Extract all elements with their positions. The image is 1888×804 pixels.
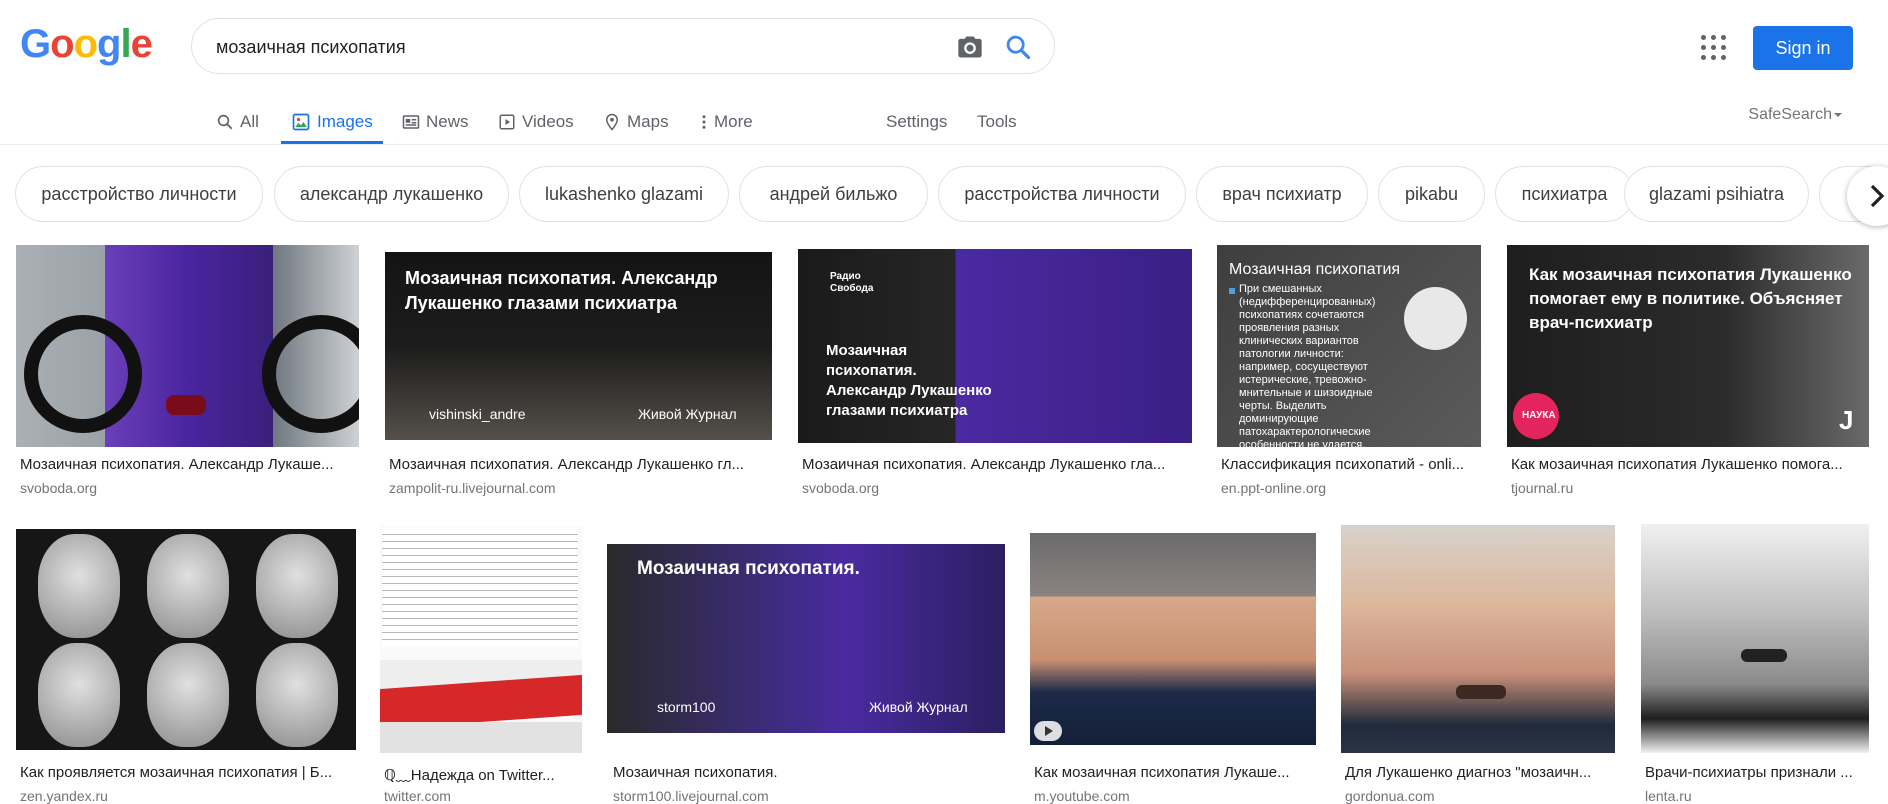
result-source[interactable]: lenta.ru [1645, 788, 1692, 804]
tab-news[interactable]: News [402, 100, 469, 144]
chip[interactable]: glazami psihiatra [1624, 166, 1809, 222]
more-vert-icon [702, 115, 706, 129]
chip[interactable]: психиатра [1495, 166, 1634, 222]
result-source[interactable]: svoboda.org [20, 480, 97, 496]
tab-label: Settings [886, 112, 948, 131]
result-source[interactable]: storm100.livejournal.com [613, 788, 769, 804]
chip[interactable]: lukashenko glazami [519, 166, 729, 222]
result-thumbnail[interactable] [1641, 524, 1869, 753]
result-source[interactable]: gordonua.com [1345, 788, 1435, 804]
tab-label: All [240, 112, 259, 131]
search-icon [217, 114, 233, 130]
safesearch-label: SafeSearch [1748, 106, 1832, 123]
logo-letter: G [20, 22, 51, 66]
thumbnail-caption: Мозаичная психопатия. Александр Лукашенк… [826, 342, 992, 419]
chip[interactable]: андрей бильжо [739, 166, 928, 222]
tab-settings[interactable]: Settings [886, 100, 947, 144]
camera-icon[interactable] [956, 33, 984, 61]
chip[interactable]: pikabu [1378, 166, 1485, 222]
tab-label: Images [317, 112, 373, 131]
chip[interactable]: врач психиатр [1196, 166, 1368, 222]
logo-letter: l [120, 22, 131, 66]
map-pin-icon [605, 113, 619, 131]
google-logo[interactable]: Google [20, 22, 153, 66]
logo-letter: e [130, 22, 153, 66]
result-source[interactable]: m.youtube.com [1034, 788, 1130, 804]
logo-letter: o [73, 22, 98, 66]
result-source[interactable]: svoboda.org [802, 480, 879, 496]
chevron-right-icon [1870, 184, 1885, 208]
thumbnail-caption: Как мозаичная психопатия Лукашенко помог… [1529, 265, 1852, 332]
news-icon [402, 115, 420, 129]
chip[interactable]: расстройства личности [938, 166, 1186, 222]
sign-in-button[interactable]: Sign in [1753, 26, 1853, 70]
result-title[interactable]: Как мозаичная психопатия Лукаше... [1034, 764, 1318, 781]
result-thumbnail[interactable]: Мозаичная психопатия При смешанных (неди… [1217, 245, 1481, 447]
result-title[interactable]: Для Лукашенко диагноз "мозаичн... [1345, 764, 1617, 781]
apps-grid-icon[interactable] [1701, 35, 1727, 61]
result-title[interactable]: Мозаичная психопатия. Александр Лукашенк… [802, 456, 1192, 473]
thumbnail-user: storm100 [657, 699, 716, 715]
chip[interactable]: александр лукашенко [274, 166, 509, 222]
tab-all[interactable]: All [216, 100, 259, 144]
tj-logo: J [1839, 405, 1854, 435]
thumbnail-caption: Мозаичная психопатия. Александр Лукашенк… [405, 268, 718, 313]
tab-videos[interactable]: Videos [498, 100, 574, 144]
thumbnail-user: vishinski_andre [429, 406, 526, 422]
result-thumbnail[interactable] [16, 529, 356, 750]
result-thumbnail[interactable]: Мозаичная психопатия. storm100 Живой Жур… [607, 544, 1005, 733]
search-box[interactable] [191, 18, 1055, 74]
thumbnail-caption: Мозаичная психопатия. [637, 558, 860, 579]
video-icon [499, 114, 515, 130]
tab-label: News [426, 112, 469, 131]
tab-label: Maps [627, 112, 669, 131]
result-title[interactable]: Как мозаичная психопатия Лукашенко помог… [1511, 456, 1871, 473]
search-tabs: All Images News Videos Maps More Setting… [0, 100, 1888, 144]
tab-label: Tools [977, 112, 1017, 131]
result-source[interactable]: zampolit-ru.livejournal.com [389, 480, 556, 496]
thumbnail-badge: Живой Журнал [869, 699, 968, 715]
result-thumbnail[interactable]: Мозаичная психопатия. Александр Лукашенк… [385, 252, 772, 440]
result-title[interactable]: Как проявляется мозаичная психопатия | Б… [20, 764, 356, 781]
result-source[interactable]: en.ppt-online.org [1221, 480, 1326, 496]
result-title[interactable]: Мозаичная психопатия. Александр Лукаше..… [20, 456, 360, 473]
result-title[interactable]: Врачи-психиатры признали ... [1645, 764, 1869, 781]
tab-label: More [714, 112, 753, 131]
result-source[interactable]: tjournal.ru [1511, 480, 1573, 496]
result-thumbnail[interactable] [1341, 525, 1615, 753]
result-title[interactable]: Классификация психопатий - onli... [1221, 456, 1483, 473]
thumbnail-badge: НАУКА [1522, 410, 1556, 421]
search-input[interactable] [216, 33, 916, 61]
search-icon[interactable] [1004, 33, 1032, 61]
thumbnail-body: При смешанных (недифференцированных) пси… [1239, 283, 1376, 447]
result-title[interactable]: ℚ﹏Надежда on Twitter... [384, 764, 584, 785]
result-thumbnail[interactable] [16, 245, 359, 447]
image-icon [292, 113, 310, 131]
safesearch-dropdown[interactable]: SafeSearch [1748, 106, 1844, 124]
result-source[interactable]: zen.yandex.ru [20, 788, 108, 804]
chip[interactable]: расстройство личности [15, 166, 263, 222]
result-thumbnail[interactable] [1030, 533, 1316, 745]
thumbnail-badge: Живой Журнал [638, 406, 737, 422]
result-title[interactable]: Мозаичная психопатия. Александр Лукашенк… [389, 456, 769, 473]
thumbnail-caption: Мозаичная психопатия [1229, 261, 1401, 278]
tab-label: Videos [522, 112, 574, 131]
logo-letter: g [97, 22, 121, 66]
result-thumbnail[interactable] [380, 526, 582, 753]
result-source[interactable]: twitter.com [384, 788, 451, 804]
thumbnail-brand: Радио Свобода [830, 271, 874, 294]
logo-letter: o [50, 22, 74, 66]
result-thumbnail[interactable]: Радио Свобода Мозаичная психопатия. Алек… [798, 249, 1192, 443]
tab-tools[interactable]: Tools [977, 100, 1017, 144]
tab-images[interactable]: Images [281, 100, 383, 144]
play-icon [1045, 726, 1053, 736]
caret-down-icon [1834, 113, 1842, 117]
tab-more[interactable]: More [700, 100, 753, 144]
result-title[interactable]: Мозаичная психопатия. [613, 764, 1009, 781]
tab-maps[interactable]: Maps [603, 100, 669, 144]
result-thumbnail[interactable]: Как мозаичная психопатия Лукашенко помог… [1507, 245, 1869, 447]
tabs-divider [0, 144, 1888, 145]
